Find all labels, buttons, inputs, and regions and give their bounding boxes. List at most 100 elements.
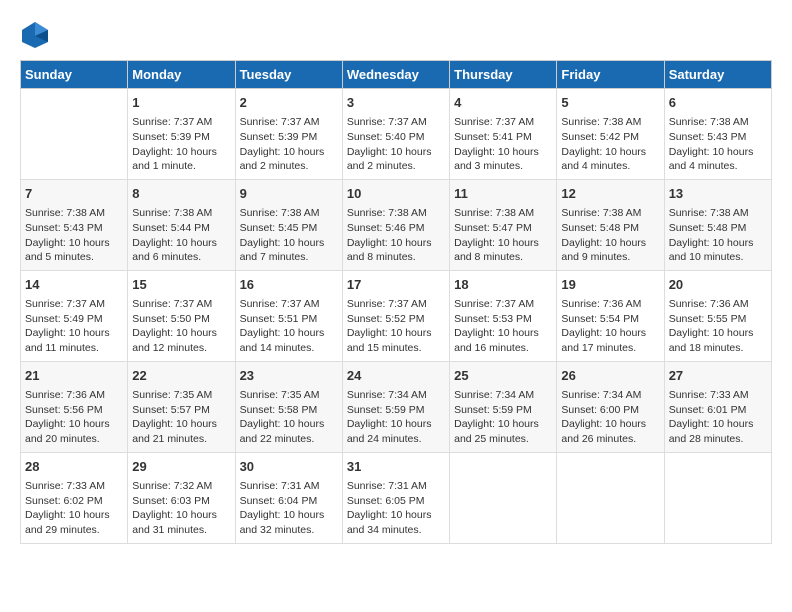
calendar-week-row: 21Sunrise: 7:36 AM Sunset: 5:56 PM Dayli…: [21, 361, 772, 452]
calendar-cell: 1Sunrise: 7:37 AM Sunset: 5:39 PM Daylig…: [128, 89, 235, 180]
day-info: Sunrise: 7:31 AM Sunset: 6:04 PM Dayligh…: [240, 479, 338, 538]
calendar-cell: 19 Sunrise: 7:36 AM Sunset: 5:54 PM Dayli…: [557, 270, 664, 361]
day-info: Sunrise: 7:38 AM Sunset: 5:48 PM Dayligh…: [669, 206, 767, 265]
calendar-week-row: 14Sunrise: 7:37 AM Sunset: 5:49 PM Dayli…: [21, 270, 772, 361]
calendar-cell: 11 Sunrise: 7:38 AM Sunset: 5:47 PM Dayli…: [450, 179, 557, 270]
day-info: Sunrise: 7:38 AM Sunset: 5:44 PM Dayligh…: [132, 206, 230, 265]
day-info: Sunrise: 7:33 AM Sunset: 6:01 PM Dayligh…: [669, 388, 767, 447]
day-info: Sunrise: 7:33 AM Sunset: 6:02 PM Dayligh…: [25, 479, 123, 538]
day-number: 11: [454, 185, 552, 203]
day-number: 9: [240, 185, 338, 203]
calendar-cell: [21, 89, 128, 180]
day-number: 13: [669, 185, 767, 203]
day-number: 29: [132, 458, 230, 476]
calendar-week-row: 28 Sunrise: 7:33 AM Sunset: 6:02 PM Dayli…: [21, 452, 772, 543]
day-number: 7: [25, 185, 123, 203]
calendar-cell: 18 Sunrise: 7:37 AM Sunset: 5:53 PM Dayli…: [450, 270, 557, 361]
day-number: 27: [669, 367, 767, 385]
day-info: Sunrise: 7:37 AM Sunset: 5:39 PM Dayligh…: [240, 115, 338, 174]
day-number: 30: [240, 458, 338, 476]
calendar-cell: 10 Sunrise: 7:38 AM Sunset: 5:46 PM Dayli…: [342, 179, 449, 270]
day-number: 17: [347, 276, 445, 294]
calendar-week-row: 7 Sunrise: 7:38 AM Sunset: 5:43 PM Daylig…: [21, 179, 772, 270]
day-header-wednesday: Wednesday: [342, 61, 449, 89]
day-info: Sunrise: 7:38 AM Sunset: 5:43 PM Dayligh…: [25, 206, 123, 265]
calendar-week-row: 1 Sunrise: 7:37 AM Sunset: 5:39 PM Daylig…: [21, 89, 772, 180]
calendar-table: SundayMondayTuesdayWednesdayThursdayFrid…: [20, 60, 772, 544]
day-info: Sunrise: 7:38 AM Sunset: 5:42 PM Dayligh…: [561, 115, 659, 174]
calendar-cell: [450, 452, 557, 543]
calendar-cell: [664, 452, 771, 543]
day-number: 20: [669, 276, 767, 294]
day-info: Sunrise: 7:37 AM Sunset: 5:53 PM Dayligh…: [454, 297, 552, 356]
calendar-cell: 4 Sunrise: 7:37 AM Sunset: 5:41 PM Daylig…: [450, 89, 557, 180]
day-header-saturday: Saturday: [664, 61, 771, 89]
day-info: Sunrise: 7:37 AM Sunset: 5:52 PM Dayligh…: [347, 297, 445, 356]
day-info: Sunrise: 7:38 AM Sunset: 5:43 PM Dayligh…: [669, 115, 767, 174]
day-number: 31: [347, 458, 445, 476]
day-number: 3: [347, 94, 445, 112]
day-header-monday: Monday: [128, 61, 235, 89]
calendar-header-row: SundayMondayTuesdayWednesdayThursdayFrid…: [21, 61, 772, 89]
calendar-cell: 7 Sunrise: 7:38 AM Sunset: 5:43 PM Daylig…: [21, 179, 128, 270]
day-info: Sunrise: 7:35 AM Sunset: 5:57 PM Dayligh…: [132, 388, 230, 447]
day-info: Sunrise: 7:37 AM Sunset: 5:41 PM Dayligh…: [454, 115, 552, 174]
day-info: Sunrise: 7:38 AM Sunset: 5:45 PM Dayligh…: [240, 206, 338, 265]
day-number: 15: [132, 276, 230, 294]
calendar-cell: [557, 452, 664, 543]
day-info: Sunrise: 7:31 AM Sunset: 6:05 PM Dayligh…: [347, 479, 445, 538]
day-number: 12: [561, 185, 659, 203]
day-header-sunday: Sunday: [21, 61, 128, 89]
day-info: Sunrise: 7:38 AM Sunset: 5:46 PM Dayligh…: [347, 206, 445, 265]
calendar-cell: 9 Sunrise: 7:38 AM Sunset: 5:45 PM Daylig…: [235, 179, 342, 270]
day-number: 10: [347, 185, 445, 203]
day-number: 19: [561, 276, 659, 294]
day-info: Sunrise: 7:38 AM Sunset: 5:48 PM Dayligh…: [561, 206, 659, 265]
calendar-cell: 16 Sunrise: 7:37 AM Sunset: 5:51 PM Dayli…: [235, 270, 342, 361]
day-number: 1: [132, 94, 230, 112]
day-header-thursday: Thursday: [450, 61, 557, 89]
calendar-cell: 30 Sunrise: 7:31 AM Sunset: 6:04 PM Dayli…: [235, 452, 342, 543]
calendar-cell: 21Sunrise: 7:36 AM Sunset: 5:56 PM Dayli…: [21, 361, 128, 452]
calendar-cell: 12 Sunrise: 7:38 AM Sunset: 5:48 PM Dayli…: [557, 179, 664, 270]
calendar-cell: 8Sunrise: 7:38 AM Sunset: 5:44 PM Daylig…: [128, 179, 235, 270]
day-number: 21: [25, 367, 123, 385]
day-info: Sunrise: 7:32 AM Sunset: 6:03 PM Dayligh…: [132, 479, 230, 538]
day-number: 26: [561, 367, 659, 385]
day-info: Sunrise: 7:36 AM Sunset: 5:54 PM Dayligh…: [561, 297, 659, 356]
day-info: Sunrise: 7:37 AM Sunset: 5:50 PM Dayligh…: [132, 297, 230, 356]
day-info: Sunrise: 7:34 AM Sunset: 5:59 PM Dayligh…: [347, 388, 445, 447]
day-header-tuesday: Tuesday: [235, 61, 342, 89]
day-number: 18: [454, 276, 552, 294]
calendar-cell: 23Sunrise: 7:35 AM Sunset: 5:58 PM Dayli…: [235, 361, 342, 452]
calendar-cell: 27 Sunrise: 7:33 AM Sunset: 6:01 PM Dayli…: [664, 361, 771, 452]
day-info: Sunrise: 7:37 AM Sunset: 5:49 PM Dayligh…: [25, 297, 123, 356]
day-number: 16: [240, 276, 338, 294]
day-number: 4: [454, 94, 552, 112]
logo: [20, 20, 54, 50]
calendar-cell: 14Sunrise: 7:37 AM Sunset: 5:49 PM Dayli…: [21, 270, 128, 361]
day-info: Sunrise: 7:35 AM Sunset: 5:58 PM Dayligh…: [240, 388, 338, 447]
calendar-cell: 24 Sunrise: 7:34 AM Sunset: 5:59 PM Dayli…: [342, 361, 449, 452]
calendar-cell: 6Sunrise: 7:38 AM Sunset: 5:43 PM Daylig…: [664, 89, 771, 180]
day-number: 5: [561, 94, 659, 112]
day-number: 24: [347, 367, 445, 385]
day-info: Sunrise: 7:34 AM Sunset: 5:59 PM Dayligh…: [454, 388, 552, 447]
calendar-cell: 13 Sunrise: 7:38 AM Sunset: 5:48 PM Dayli…: [664, 179, 771, 270]
calendar-cell: 2Sunrise: 7:37 AM Sunset: 5:39 PM Daylig…: [235, 89, 342, 180]
calendar-cell: 15 Sunrise: 7:37 AM Sunset: 5:50 PM Dayli…: [128, 270, 235, 361]
calendar-cell: 31 Sunrise: 7:31 AM Sunset: 6:05 PM Dayli…: [342, 452, 449, 543]
calendar-cell: 29 Sunrise: 7:32 AM Sunset: 6:03 PM Dayli…: [128, 452, 235, 543]
calendar-cell: 17 Sunrise: 7:37 AM Sunset: 5:52 PM Dayli…: [342, 270, 449, 361]
day-info: Sunrise: 7:37 AM Sunset: 5:40 PM Dayligh…: [347, 115, 445, 174]
logo-icon: [20, 20, 50, 50]
calendar-cell: 3 Sunrise: 7:37 AM Sunset: 5:40 PM Daylig…: [342, 89, 449, 180]
day-info: Sunrise: 7:36 AM Sunset: 5:55 PM Dayligh…: [669, 297, 767, 356]
calendar-cell: 5 Sunrise: 7:38 AM Sunset: 5:42 PM Daylig…: [557, 89, 664, 180]
day-info: Sunrise: 7:38 AM Sunset: 5:47 PM Dayligh…: [454, 206, 552, 265]
calendar-cell: 20 Sunrise: 7:36 AM Sunset: 5:55 PM Dayli…: [664, 270, 771, 361]
day-header-friday: Friday: [557, 61, 664, 89]
calendar-cell: 22Sunrise: 7:35 AM Sunset: 5:57 PM Dayli…: [128, 361, 235, 452]
day-info: Sunrise: 7:37 AM Sunset: 5:51 PM Dayligh…: [240, 297, 338, 356]
day-number: 28: [25, 458, 123, 476]
